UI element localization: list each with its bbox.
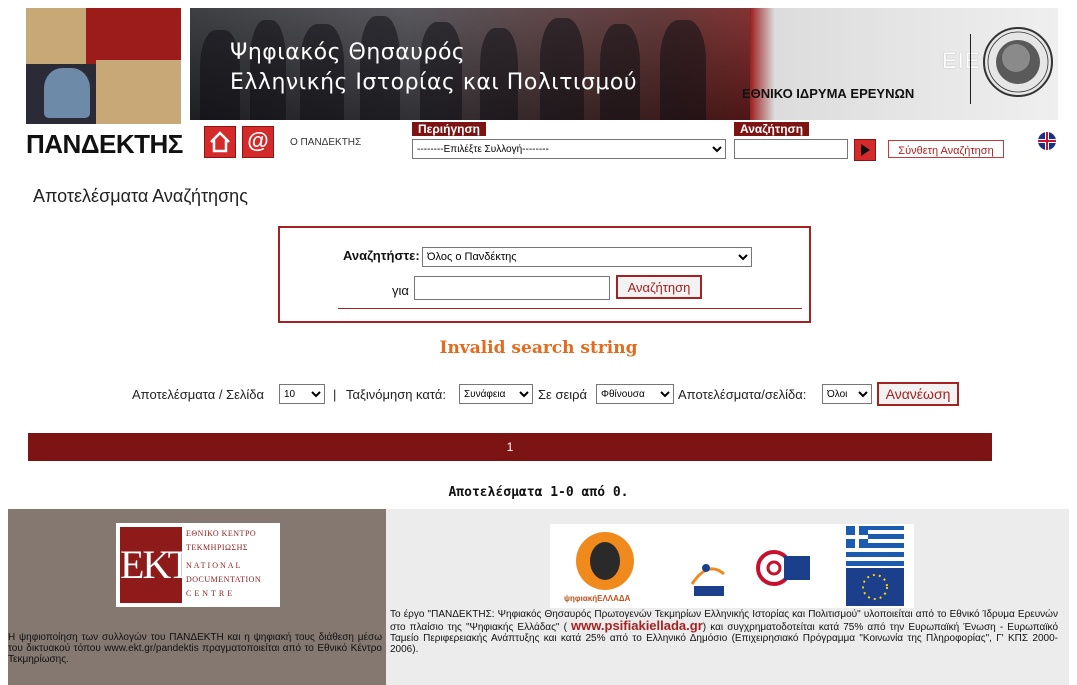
home-icon bbox=[210, 131, 230, 153]
results-per-page-label: Αποτελέσματα / Σελίδα bbox=[132, 387, 265, 402]
logo-collage-image bbox=[26, 8, 181, 124]
eu-flag-icon bbox=[846, 568, 904, 606]
banner-title-line1: Ψηφιακός Θησαυρός bbox=[230, 40, 466, 65]
results-page-select[interactable]: Όλοι bbox=[822, 384, 872, 404]
ekt-line: NATIONAL bbox=[186, 561, 243, 570]
pagination-bar: 1 bbox=[28, 433, 992, 461]
header-banner: Ψηφιακός Θησαυρός Ελληνικής Ιστορίας και… bbox=[190, 8, 1058, 120]
page: ΠΑΝΔΕΚΤΗΣ Ψηφιακός Θησαυρός Ελληνικής Ισ… bbox=[8, 0, 1069, 685]
advanced-search-button[interactable]: Σύνθετη Αναζήτηση bbox=[888, 140, 1004, 158]
footer-right-text: Το έργο "ΠΑΝΔΕΚΤΗΣ: Ψηφιακός Θησαυρός Πρ… bbox=[390, 609, 1058, 655]
results-summary: Αποτελέσματα 1-0 από 0. bbox=[448, 485, 629, 500]
quick-search-input[interactable] bbox=[734, 139, 848, 159]
sort-by-select[interactable]: Συνάφεια bbox=[459, 384, 533, 404]
psifiaki-ellada-link[interactable]: www.psifiakiellada.gr bbox=[571, 618, 703, 633]
ekt-logo[interactable]: ΕΚΤ ΕΘΝΙΚΟ ΚΕΝΤΡΟ ΤΕΚΜΗΡΙΩΣΗΣ NATIONAL D… bbox=[116, 523, 280, 607]
ellada-2008-logo[interactable] bbox=[686, 554, 730, 598]
banner-title-line2: Ελληνικής Ιστορίας και Πολιτισμού bbox=[230, 70, 638, 95]
eie-seal-icon[interactable] bbox=[980, 12, 1056, 112]
query-input[interactable] bbox=[414, 276, 610, 300]
sponsor-logos: ψηφιακήΕΛΛΑΔΑ bbox=[550, 524, 914, 608]
results-page-label: Αποτελέσματα/σελίδα: bbox=[678, 387, 807, 402]
divider bbox=[338, 308, 802, 309]
home-button[interactable] bbox=[204, 126, 236, 158]
ekt-line: ΤΕΚΜΗΡΙΩΣΗΣ bbox=[186, 543, 249, 552]
psifiaki-ellada-text: ψηφιακήΕΛΛΑΔΑ bbox=[564, 594, 631, 603]
search-scope-select[interactable]: Όλος ο Πανδέκτης bbox=[422, 247, 752, 267]
sort-by-label: Ταξινόμηση κατά: bbox=[346, 387, 446, 402]
results-controls: Αποτελέσματα / Σελίδα 10 | Ταξινόμηση κα… bbox=[8, 382, 1069, 408]
at-sign-icon: @ bbox=[247, 128, 269, 153]
header: ΠΑΝΔΕΚΤΗΣ Ψηφιακός Θησαυρός Ελληνικής Ισ… bbox=[8, 0, 1069, 172]
psifiaki-ellada-logo[interactable] bbox=[576, 532, 634, 590]
search-button[interactable]: Αναζήτηση bbox=[616, 275, 702, 299]
browse-label: Περιήγηση bbox=[412, 122, 486, 136]
logo[interactable]: ΠΑΝΔΕΚΤΗΣ bbox=[26, 8, 189, 164]
eie-full-name: ΕΘΝΙΚΟ ΙΔΡΥΜΑ ΕΡΕΥΝΩΝ bbox=[742, 86, 915, 101]
quick-search-section: Αναζήτηση Σύνθετη Αναζήτηση bbox=[734, 122, 1006, 162]
footer-left-text: Η ψηφιοποίηση των συλλογών του ΠΑΝΔΕΚΤΗ … bbox=[8, 632, 382, 665]
eie-abbr: ΕΙΕ bbox=[942, 48, 981, 73]
page-title: Αποτελέσματα Αναζήτησης bbox=[33, 186, 248, 206]
ekt-line: DOCUMENTATION bbox=[186, 575, 262, 584]
play-arrow-icon bbox=[861, 144, 870, 156]
query-label: για bbox=[392, 283, 409, 298]
search-form: Αναζητήστε: Όλος ο Πανδέκτης για Αναζήτη… bbox=[278, 226, 811, 323]
nav-bar: @ Ο ΠΑΝΔΕΚΤΗΣ Περιήγηση --------Επιλέξτε… bbox=[190, 122, 1058, 166]
error-message: Invalid search string bbox=[439, 338, 638, 358]
greek-flag-icon bbox=[846, 526, 904, 566]
order-label: Σε σειρά bbox=[538, 387, 588, 402]
ekt-mark: ΕΚΤ bbox=[120, 527, 192, 603]
about-link[interactable]: Ο ΠΑΝΔΕΚΤΗΣ bbox=[290, 137, 361, 148]
contact-button[interactable]: @ bbox=[242, 126, 274, 158]
order-select[interactable]: Φθίνουσα bbox=[596, 384, 674, 404]
figure-icon bbox=[590, 542, 620, 580]
browse-section: Περιήγηση --------Επιλέξτε Συλλογή------… bbox=[412, 122, 726, 162]
search-label: Αναζήτηση bbox=[734, 122, 810, 136]
divider bbox=[970, 34, 971, 104]
ekt-line: ΕΘΝΙΚΟ ΚΕΝΤΡΟ bbox=[186, 529, 257, 538]
footer-right: ψηφιακήΕΛΛΑΔΑ Το έργο "ΠΑΝΔΕΚΤΗΣ: Ψηφιακ… bbox=[386, 509, 1069, 685]
ekt-line: CENTRE bbox=[186, 589, 236, 598]
separator: | bbox=[333, 387, 337, 402]
page-link-1[interactable]: 1 bbox=[507, 440, 514, 454]
search-go-button[interactable] bbox=[854, 139, 876, 161]
ellada-2008-icon bbox=[690, 564, 725, 596]
refresh-button[interactable]: Ανανέωση bbox=[877, 382, 959, 406]
logo-wordmark: ΠΑΝΔΕΚΤΗΣ bbox=[26, 129, 183, 159]
collection-select[interactable]: --------Επιλέξτε Συλλογή-------- bbox=[412, 139, 726, 159]
results-per-page-select[interactable]: 10 bbox=[279, 384, 325, 404]
search-scope-label: Αναζητήστε: bbox=[343, 248, 420, 263]
english-language-flag-icon[interactable] bbox=[1038, 132, 1056, 150]
at-sign-logo-icon bbox=[756, 550, 810, 586]
information-society-logo[interactable] bbox=[754, 544, 812, 592]
footer-left: ΕΚΤ ΕΘΝΙΚΟ ΚΕΝΤΡΟ ΤΕΚΜΗΡΙΩΣΗΣ NATIONAL D… bbox=[8, 509, 386, 685]
